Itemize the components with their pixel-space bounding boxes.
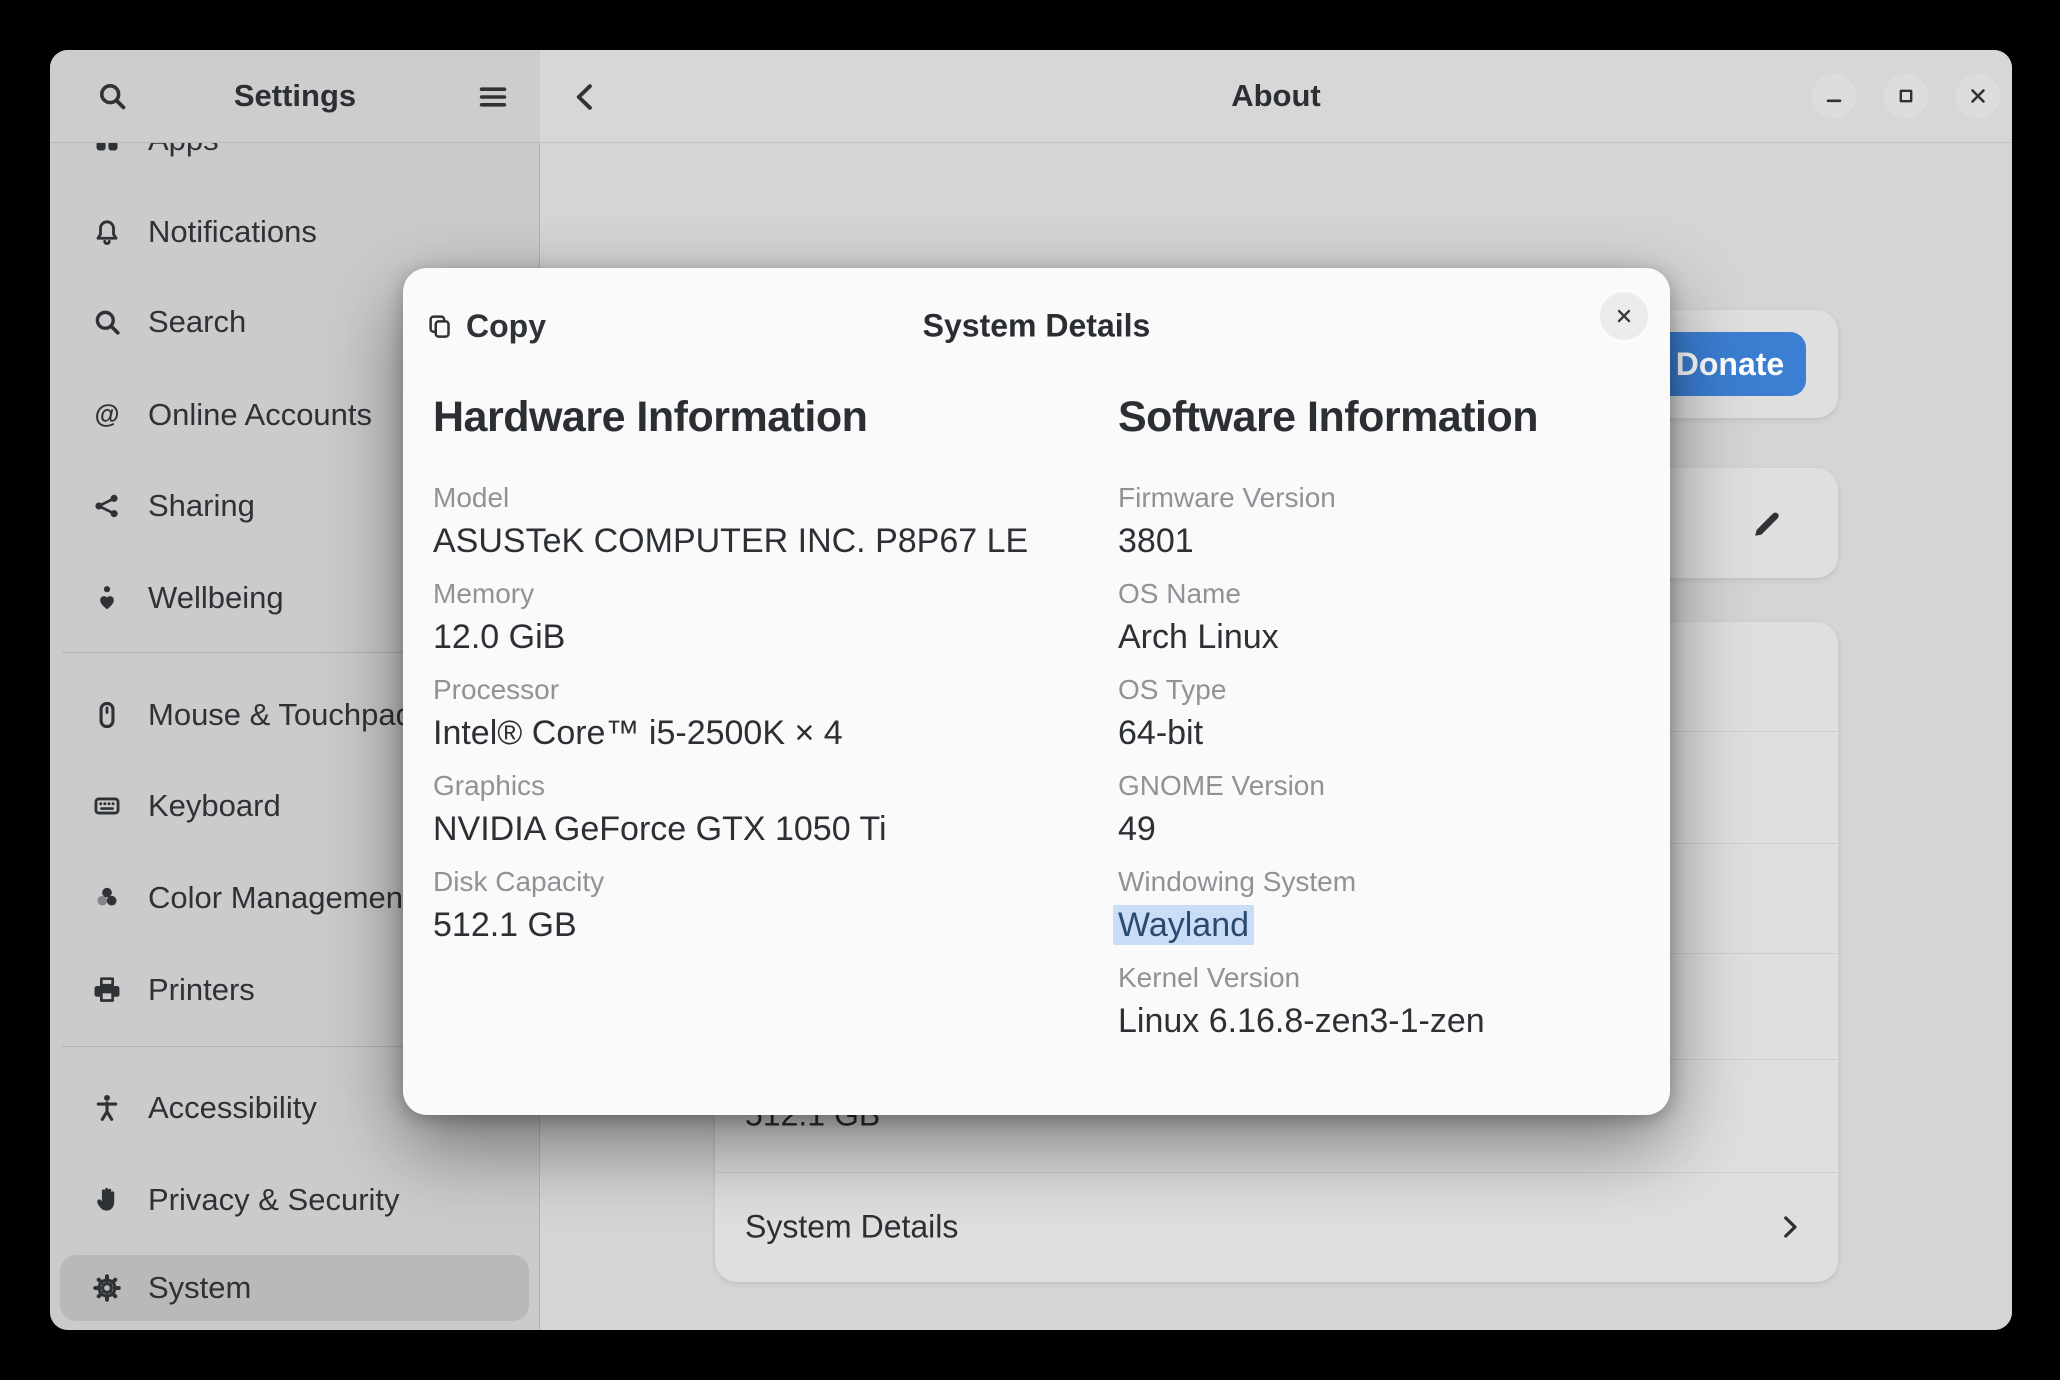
sidebar-item-label: Printers: [148, 972, 255, 1008]
selected-text-highlight: Wayland: [1113, 905, 1254, 945]
color-circles-icon: [90, 881, 124, 915]
minimize-icon: [1822, 84, 1846, 108]
back-button[interactable]: [564, 75, 608, 119]
back-chevron-icon: [568, 79, 604, 115]
info-group-model: ModelASUSTeK COMPUTER INC. P8P67 LE: [433, 480, 1083, 564]
bell-icon: [90, 215, 124, 249]
info-label: Graphics: [433, 768, 1083, 804]
sidebar-item-label: Notifications: [148, 214, 317, 250]
info-label: Windowing System: [1118, 864, 1648, 900]
printer-icon: [90, 973, 124, 1007]
main-menu-button[interactable]: [471, 75, 515, 119]
info-label: GNOME Version: [1118, 768, 1648, 804]
info-group-firmware-version: Firmware Version3801: [1118, 480, 1648, 564]
info-label: OS Type: [1118, 672, 1648, 708]
info-value: Intel® Core™ i5-2500K × 4: [433, 710, 1083, 756]
hardware-information-section: Hardware Information ModelASUSTeK COMPUTE…: [433, 390, 1083, 960]
info-label: Kernel Version: [1118, 960, 1648, 996]
info-label: Memory: [433, 576, 1083, 612]
info-value: Linux 6.16.8-zen3-1-zen: [1118, 998, 1648, 1044]
row-separator: [715, 1172, 1838, 1173]
info-value: 49: [1118, 806, 1648, 852]
gear-icon: [90, 1271, 124, 1305]
copy-icon: [425, 311, 455, 341]
dialog-close-button[interactable]: [1600, 292, 1648, 340]
desktop: AppsNotificationsSearch@Online AccountsS…: [0, 0, 2060, 1380]
sidebar-item-label: Search: [148, 304, 246, 340]
sidebar-item-label: Keyboard: [148, 788, 281, 824]
app-title: Settings: [234, 78, 356, 114]
software-information-section: Software Information Firmware Version3801…: [1118, 390, 1648, 1056]
dialog-title: System Details: [923, 308, 1151, 345]
search-icon: [94, 78, 130, 114]
settings-window: AppsNotificationsSearch@Online AccountsS…: [50, 50, 2012, 1330]
close-icon: [1966, 84, 1990, 108]
info-value: 512.1 GB: [433, 902, 1083, 948]
sidebar-item-system[interactable]: System: [60, 1255, 529, 1321]
sidebar-item-label: Privacy & Security: [148, 1182, 400, 1218]
sidebar-item-label: System: [148, 1270, 251, 1306]
at-symbol-icon: @: [90, 398, 124, 432]
accessibility-person-icon: [90, 1091, 124, 1125]
info-label: Processor: [433, 672, 1083, 708]
info-label: Model: [433, 480, 1083, 516]
sidebar-item-notifications[interactable]: Notifications: [60, 199, 529, 265]
info-value: Arch Linux: [1118, 614, 1648, 660]
sidebar-item-label: Online Accounts: [148, 397, 372, 433]
wellbeing-heart-icon: [90, 581, 124, 615]
minimize-button[interactable]: [1812, 74, 1856, 118]
section-heading: Hardware Information: [433, 390, 1083, 444]
info-value: ASUSTeK COMPUTER INC. P8P67 LE: [433, 518, 1083, 564]
info-value: 12.0 GiB: [433, 614, 1083, 660]
sidebar-item-label: Color Management: [148, 880, 412, 916]
copy-button[interactable]: Copy: [425, 301, 546, 351]
info-group-graphics: GraphicsNVIDIA GeForce GTX 1050 Ti: [433, 768, 1083, 852]
sidebar-item-label: Mouse & Touchpad: [148, 697, 413, 733]
info-label: OS Name: [1118, 576, 1648, 612]
info-value: 64-bit: [1118, 710, 1648, 756]
info-group-kernel-version: Kernel VersionLinux 6.16.8-zen3-1-zen: [1118, 960, 1648, 1044]
info-group-os-name: OS NameArch Linux: [1118, 576, 1648, 660]
info-value: 3801: [1118, 518, 1648, 564]
sidebar-headerbar: Settings: [50, 50, 540, 143]
section-heading: Software Information: [1118, 390, 1648, 444]
sidebar-item-label: Sharing: [148, 488, 255, 524]
chevron-right-icon[interactable]: [1774, 1212, 1804, 1242]
page-title: About: [1231, 78, 1321, 114]
sidebar-item-label: Accessibility: [148, 1090, 317, 1126]
info-group-gnome-version: GNOME Version49: [1118, 768, 1648, 852]
hand-icon: [90, 1183, 124, 1217]
info-label: Firmware Version: [1118, 480, 1648, 516]
share-icon: [90, 489, 124, 523]
donate-button[interactable]: Donate: [1654, 332, 1806, 396]
info-value: Wayland: [1118, 902, 1648, 948]
info-group-memory: Memory12.0 GiB: [433, 576, 1083, 660]
system-details-row-label[interactable]: System Details: [745, 1209, 958, 1246]
window-close-button[interactable]: [1956, 74, 2000, 118]
keyboard-icon: [90, 789, 124, 823]
maximize-icon: [1894, 84, 1918, 108]
sidebar-item-privacy-security[interactable]: Privacy & Security: [60, 1167, 529, 1233]
svg-text:@: @: [95, 401, 120, 429]
copy-button-label: Copy: [466, 308, 546, 345]
hamburger-menu-icon: [475, 79, 511, 115]
system-details-dialog: Copy System Details Hardware Information…: [403, 268, 1670, 1115]
close-icon: [1613, 305, 1635, 327]
info-value: NVIDIA GeForce GTX 1050 Ti: [433, 806, 1083, 852]
pencil-icon: [1747, 505, 1785, 543]
info-group-disk-capacity: Disk Capacity512.1 GB: [433, 864, 1083, 948]
sidebar-item-label: Wellbeing: [148, 580, 284, 616]
info-group-os-type: OS Type64-bit: [1118, 672, 1648, 756]
edit-device-name-button[interactable]: [1747, 505, 1785, 543]
info-group-windowing-system: Windowing SystemWayland: [1118, 864, 1648, 948]
info-group-processor: ProcessorIntel® Core™ i5-2500K × 4: [433, 672, 1083, 756]
search-button[interactable]: [90, 74, 134, 118]
info-label: Disk Capacity: [433, 864, 1083, 900]
search-icon: [90, 305, 124, 339]
maximize-button[interactable]: [1884, 74, 1928, 118]
mouse-icon: [90, 698, 124, 732]
main-headerbar: About: [540, 50, 2012, 143]
